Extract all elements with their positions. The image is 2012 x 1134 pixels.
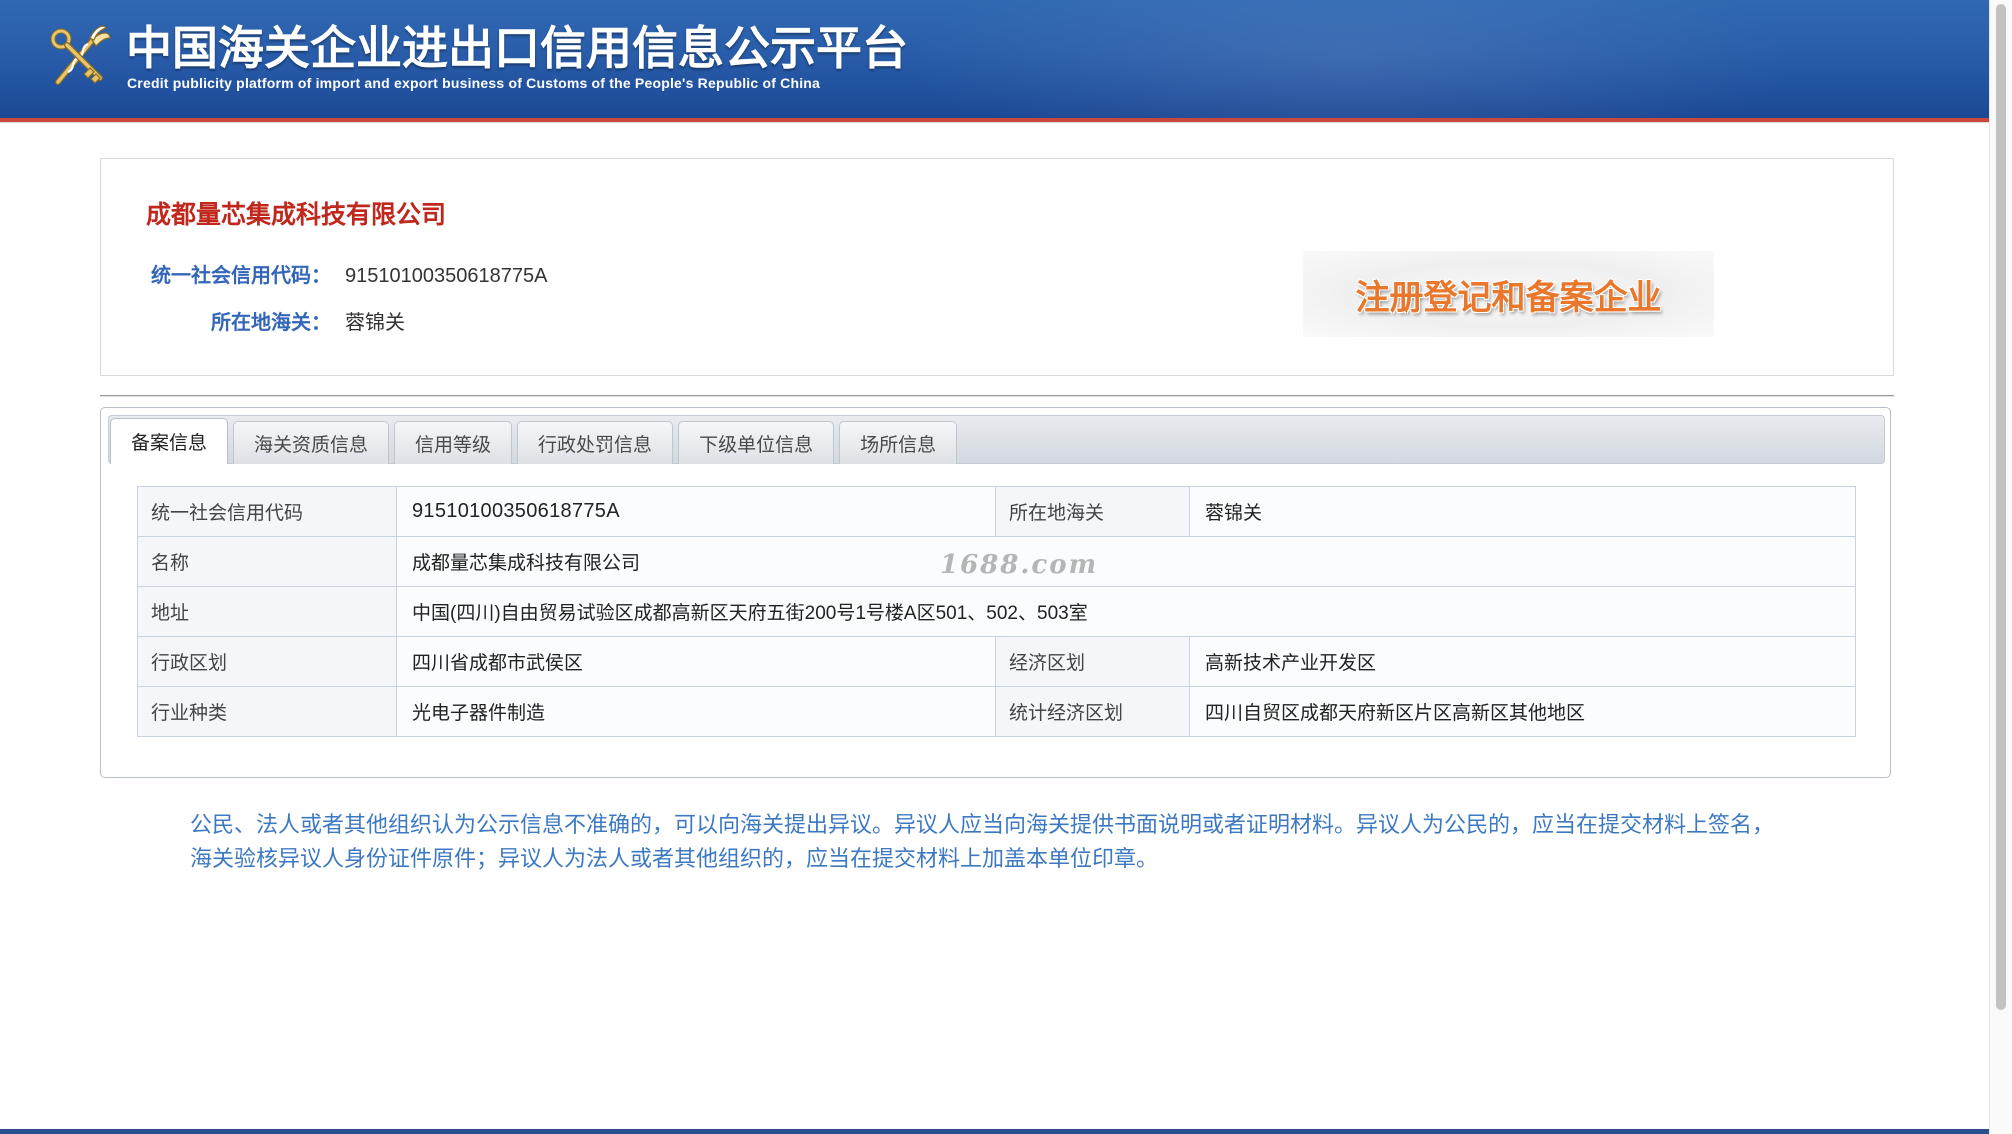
tab-customs-qualification[interactable]: 海关资质信息 (233, 421, 390, 464)
table-value-name: 成都量芯集成科技有限公司 (396, 536, 1856, 587)
table-label-name: 名称 (137, 536, 397, 587)
table-label-economic-zone: 经济区划 (995, 636, 1190, 687)
tab-credit-rating[interactable]: 信用等级 (394, 421, 513, 464)
customs-office-value: 蓉锦关 (345, 312, 405, 334)
table-value-economic-zone: 高新技术产业开发区 (1189, 636, 1856, 687)
table-row: 行政区划 四川省成都市武侯区 经济区划 高新技术产业开发区 (137, 636, 1856, 687)
tab-subordinate-units[interactable]: 下级单位信息 (678, 421, 835, 464)
header-divider (0, 118, 1989, 123)
tab-administrative-penalty[interactable]: 行政处罚信息 (517, 421, 674, 464)
site-subtitle: Credit publicity platform of import and … (127, 75, 821, 91)
table-row: 行业种类 光电子器件制造 统计经济区划 四川自贸区成都天府新区片区高新区其他地区 (137, 686, 1856, 737)
customs-office-label: 所在地海关： (211, 312, 331, 334)
site-header: 中国海关企业进出口信用信息公示平台 Credit publicity platf… (0, 0, 1989, 118)
tab-site-info[interactable]: 场所信息 (839, 421, 958, 464)
footer-bar (0, 1129, 1989, 1134)
table-row: 统一社会信用代码 91510100350618775A 所在地海关 蓉锦关 (137, 486, 1856, 537)
table-label-address: 地址 (137, 586, 397, 637)
table-row: 地址 中国(四川)自由贸易试验区成都高新区天府五街200号1号楼A区501、50… (137, 586, 1856, 637)
tab-filing-info[interactable]: 备案信息 (110, 418, 229, 464)
objection-notice: 公民、法人或者其他组织认为公示信息不准确的，可以向海关提出异议。异议人应当向海关… (190, 808, 1970, 876)
notice-line-2: 海关验核异议人身份证件原件；异议人为法人或者其他组织的，应当在提交材料上加盖本单… (190, 846, 1159, 871)
credit-code-value: 91510100350618775A (345, 265, 548, 287)
table-row: 名称 成都量芯集成科技有限公司 (137, 536, 1856, 587)
company-name: 成都量芯集成科技有限公司 (146, 201, 447, 229)
notice-line-1: 公民、法人或者其他组织认为公示信息不准确的，可以向海关提出异议。异议人应当向海关… (190, 812, 1775, 837)
tab-bar: 备案信息 海关资质信息 信用等级 行政处罚信息 下级单位信息 场所信息 (108, 415, 1885, 464)
site-title: 中国海关企业进出口信用信息公示平台 (126, 22, 908, 74)
section-divider (100, 395, 1894, 396)
table-value-customs-office: 蓉锦关 (1189, 486, 1856, 537)
company-summary-card: 成都量芯集成科技有限公司 统一社会信用代码： 91510100350618775… (100, 158, 1894, 376)
table-value-address: 中国(四川)自由贸易试验区成都高新区天府五街200号1号楼A区501、502、5… (396, 586, 1856, 637)
table-label-statistical-zone: 统计经济区划 (995, 686, 1190, 737)
table-label-credit-code: 统一社会信用代码 (137, 486, 397, 537)
table-value-statistical-zone: 四川自贸区成都天府新区片区高新区其他地区 (1189, 686, 1856, 737)
registration-status-badge: 注册登记和备案企业 (1303, 251, 1714, 337)
table-label-admin-region: 行政区划 (137, 636, 397, 687)
vertical-scrollbar[interactable] (1989, 0, 2012, 1134)
record-table: 统一社会信用代码 91510100350618775A 所在地海关 蓉锦关 名称… (137, 486, 1856, 737)
credit-code-label: 统一社会信用代码： (151, 265, 331, 287)
table-value-industry: 光电子器件制造 (396, 686, 996, 737)
table-value-admin-region: 四川省成都市武侯区 (396, 636, 996, 687)
table-label-industry: 行业种类 (137, 686, 397, 737)
info-tab-panel: 备案信息 海关资质信息 信用等级 行政处罚信息 下级单位信息 场所信息 统一社会… (100, 407, 1891, 778)
tab-list: 备案信息 海关资质信息 信用等级 行政处罚信息 下级单位信息 场所信息 (110, 418, 958, 464)
registration-status-text: 注册登记和备案企业 (1355, 278, 1662, 317)
table-label-customs-office: 所在地海关 (995, 486, 1190, 537)
table-value-credit-code: 91510100350618775A (396, 486, 996, 537)
customs-emblem-icon (46, 24, 112, 90)
scrollbar-thumb[interactable] (1996, 4, 2006, 1010)
